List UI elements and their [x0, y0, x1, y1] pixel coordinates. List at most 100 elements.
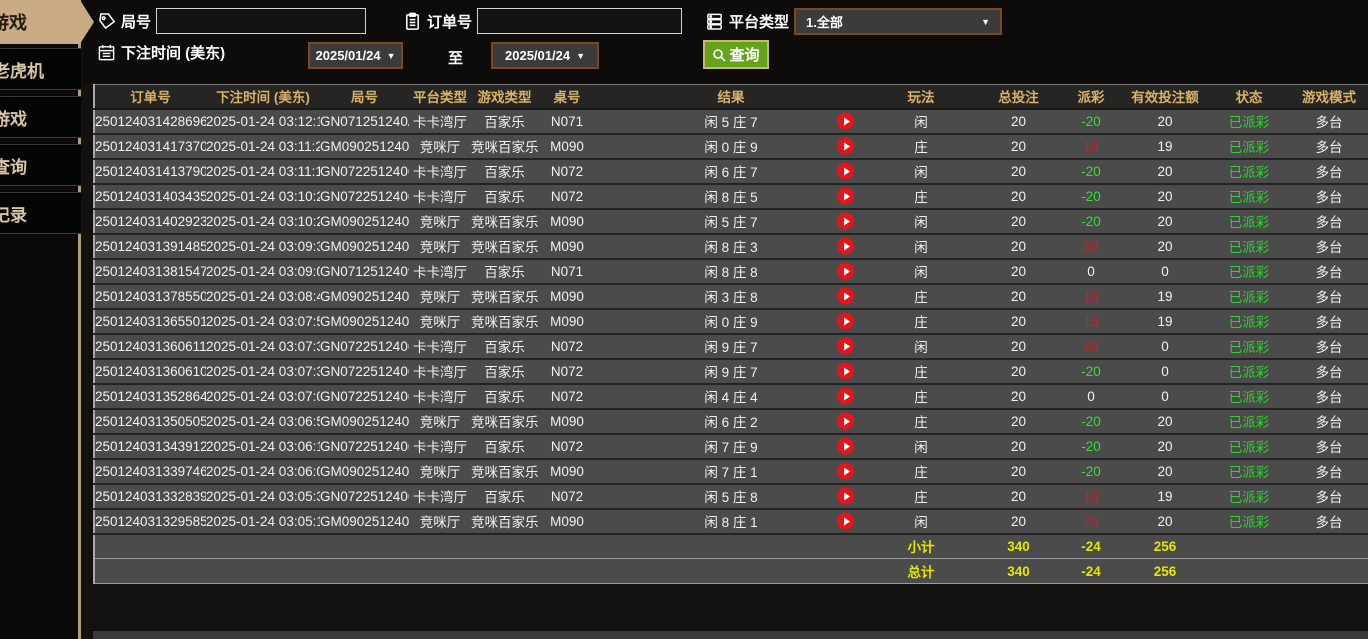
replay-play-button[interactable] [837, 412, 854, 430]
replay-play-button[interactable] [837, 162, 854, 180]
subtotal-row: 小计 340 -24 256 [94, 533, 1368, 559]
cell-payout: 20 [1061, 333, 1121, 360]
sidebar-item-slots[interactable]: 老虎机 [0, 48, 81, 90]
col-time: 下注时间 (美东) [206, 84, 320, 109]
cell-time: 2025-01-24 03:05:17 [206, 508, 320, 535]
cell-round: GM0902512405A [320, 283, 409, 310]
col-status: 状态 [1209, 84, 1289, 109]
cell-order: 250124031352864 [94, 383, 206, 410]
result-text: 闲 9 庄 7 [704, 340, 758, 355]
cell-round: GM0902512405B [320, 233, 409, 260]
cell-payout: 19 [1061, 133, 1121, 160]
cell-payout: 20 [1061, 233, 1121, 260]
filter-bar: 局号 订单号 平台类型 1.全部 ▼ 下注时间 (美东) 2025/01/24 … [83, 0, 1368, 84]
chevron-down-icon: ▼ [981, 16, 991, 27]
cell-order: 250124031360610 [94, 358, 206, 385]
cell-valid-bet: 20 [1121, 458, 1209, 485]
tag-icon [99, 12, 116, 29]
cell-table-no: N072 [538, 483, 596, 510]
replay-play-button[interactable] [837, 512, 854, 530]
cell-valid-bet: 0 [1121, 333, 1209, 360]
cell-payout: -20 [1061, 408, 1121, 435]
replay-play-button[interactable] [837, 312, 854, 330]
cell-mode: 多台 [1289, 108, 1368, 135]
sidebar-item-records[interactable]: 记录 [0, 192, 81, 234]
bottom-strip [93, 631, 1368, 639]
cell-total-bet: 20 [976, 458, 1061, 485]
cell-status: 已派彩 [1209, 383, 1289, 410]
play-icon [843, 242, 850, 250]
cell-time: 2025-01-24 03:08:46 [206, 283, 320, 310]
cell-play: 闲 [866, 258, 976, 285]
cell-order: 250124031428696 [94, 108, 206, 135]
cell-result: 闲 8 庄 5 [596, 183, 866, 210]
replay-play-button[interactable] [837, 337, 854, 355]
cell-status: 已派彩 [1209, 408, 1289, 435]
cell-valid-bet: 19 [1121, 483, 1209, 510]
table-row: 250124031381547 2025-01-24 03:09:00 GN07… [94, 258, 1368, 285]
replay-play-button[interactable] [837, 487, 854, 505]
result-text: 闲 0 庄 9 [704, 315, 758, 330]
cell-order: 250124031378550 [94, 283, 206, 310]
cell-result: 闲 7 庄 1 [596, 458, 866, 485]
replay-play-button[interactable] [837, 137, 854, 155]
cell-result: 闲 5 庄 7 [596, 208, 866, 235]
replay-play-button[interactable] [837, 212, 854, 230]
cell-order: 250124031391485 [94, 233, 206, 260]
replay-play-button[interactable] [837, 187, 854, 205]
col-table-no: 桌号 [538, 84, 596, 109]
cell-table-no: N072 [538, 333, 596, 360]
cell-round: GM0902512405D [320, 133, 409, 160]
cell-game: 百家乐 [471, 483, 538, 510]
replay-play-button[interactable] [837, 262, 854, 280]
cell-payout: 19 [1061, 283, 1121, 310]
replay-play-button[interactable] [837, 387, 854, 405]
cell-payout: -20 [1061, 433, 1121, 460]
clipboard-icon [406, 12, 419, 30]
cell-status: 已派彩 [1209, 458, 1289, 485]
replay-play-button[interactable] [837, 287, 854, 305]
chevron-down-icon: ▼ [386, 50, 396, 61]
replay-play-button[interactable] [837, 462, 854, 480]
replay-play-button[interactable] [837, 437, 854, 455]
cell-platform: 卡卡湾厅 [409, 158, 471, 185]
table-row: 250124031352864 2025-01-24 03:07:02 GN07… [94, 383, 1368, 410]
cell-round: GM09025124059 [320, 308, 409, 335]
sidebar-item-games-active[interactable]: 游戏 [0, 0, 94, 44]
result-text: 闲 6 庄 2 [704, 415, 758, 430]
cell-play: 闲 [866, 433, 976, 460]
search-button[interactable]: 查询 [703, 40, 769, 69]
sidebar-item-query[interactable]: 查询 [0, 144, 81, 186]
platform-select[interactable]: 1.全部 ▼ [794, 8, 1003, 35]
result-text: 闲 5 庄 7 [704, 115, 758, 130]
sidebar-item-label: 记录 [0, 205, 27, 225]
replay-play-button[interactable] [837, 112, 854, 130]
table-row: 250124031329585 2025-01-24 03:05:17 GM09… [94, 508, 1368, 535]
cell-platform: 卡卡湾厅 [409, 483, 471, 510]
cell-platform: 竞咪厅 [409, 458, 471, 485]
cell-play: 闲 [866, 333, 976, 360]
order-label: 订单号 [427, 13, 473, 31]
cell-order: 250124031417370 [94, 133, 206, 160]
cell-total-bet: 20 [976, 433, 1061, 460]
result-text: 闲 8 庄 5 [704, 190, 758, 205]
table-row: 250124031365501 2025-01-24 03:07:54 GM09… [94, 308, 1368, 335]
order-input[interactable] [477, 8, 683, 34]
cell-platform: 竞咪厅 [409, 283, 471, 310]
round-input[interactable] [156, 8, 367, 34]
result-text: 闲 9 庄 7 [704, 365, 758, 380]
date-from-picker[interactable]: 2025/01/24 ▼ [308, 42, 403, 69]
cell-mode: 多台 [1289, 383, 1368, 410]
platform-filter: 平台类型 1.全部 ▼ [705, 8, 1003, 35]
cell-round: GN07225124068 [320, 483, 409, 510]
cell-payout: 0 [1061, 258, 1121, 285]
cell-time: 2025-01-24 03:10:24 [206, 183, 320, 210]
date-to-picker[interactable]: 2025/01/24 ▼ [491, 42, 599, 69]
table-row: 250124031360611 2025-01-24 03:07:34 GN07… [94, 333, 1368, 360]
replay-play-button[interactable] [837, 237, 854, 255]
chevron-down-icon: ▼ [576, 50, 585, 61]
sidebar-item-games[interactable]: 游戏 [0, 96, 81, 138]
cell-total-bet: 20 [976, 258, 1061, 285]
replay-play-button[interactable] [837, 362, 854, 380]
cell-platform: 卡卡湾厅 [409, 433, 471, 460]
